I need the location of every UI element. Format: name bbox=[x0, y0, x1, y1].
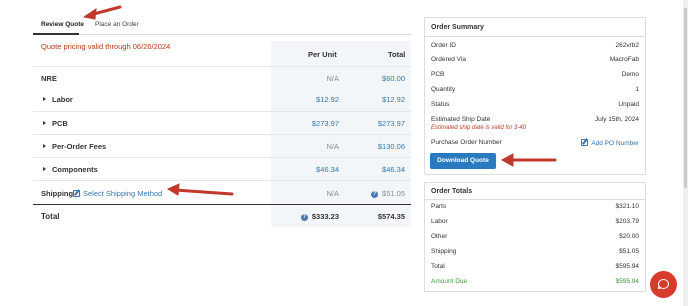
total-value: $595.94 bbox=[615, 263, 640, 270]
po-number-label: Purchase Order Number bbox=[431, 139, 502, 146]
table-row-nre: NRE N/A $60.00 bbox=[33, 66, 411, 88]
caret-right-icon[interactable] bbox=[43, 167, 46, 171]
caret-right-icon[interactable] bbox=[43, 121, 46, 125]
table-row-components[interactable]: Components $46.34 $46.34 bbox=[33, 157, 411, 180]
per-unit-value: $12.92 bbox=[316, 95, 339, 104]
total-value: $60.00 bbox=[382, 74, 405, 83]
shipping-total: $51.05 bbox=[382, 189, 405, 198]
tab-place-order[interactable]: Place an Order bbox=[95, 21, 139, 28]
table-row-labor[interactable]: Labor $12.92 $12.92 bbox=[33, 88, 411, 110]
row-label: Total bbox=[41, 212, 60, 221]
other-label: Other bbox=[431, 233, 448, 240]
total-value: $46.34 bbox=[382, 165, 405, 174]
parts-label: Parts bbox=[431, 203, 447, 210]
order-id-value: 262vrb2 bbox=[615, 42, 640, 49]
total-value: $574.35 bbox=[377, 212, 405, 221]
per-unit-value: N/A bbox=[326, 189, 339, 198]
pcb-link[interactable]: Demo bbox=[622, 71, 639, 78]
annotation-arrowhead-tabs bbox=[82, 7, 97, 20]
row-label: NRE bbox=[41, 74, 57, 83]
annotation-arrow-tabs bbox=[88, 5, 122, 17]
info-icon[interactable]: ? bbox=[300, 213, 308, 221]
total-value: ? $51.05 bbox=[371, 189, 405, 198]
order-summary-title: Order Summary bbox=[431, 24, 484, 31]
scrollbar-thumb[interactable] bbox=[684, 8, 687, 188]
chat-widget-button[interactable] bbox=[650, 271, 677, 298]
pcb-label: PCB bbox=[431, 71, 445, 78]
parts-value: $321.10 bbox=[615, 203, 640, 210]
total-value: $273.97 bbox=[377, 119, 405, 128]
caret-right-icon[interactable] bbox=[43, 144, 46, 148]
divider bbox=[425, 36, 645, 37]
per-unit-value: ? $333.23 bbox=[300, 212, 339, 221]
add-po-number-link[interactable]: Add PO Number bbox=[581, 139, 639, 147]
chat-icon-tail bbox=[658, 286, 661, 289]
total-value: $130.06 bbox=[377, 142, 405, 151]
per-unit-value: N/A bbox=[326, 74, 339, 83]
shipping-link-label[interactable]: Select Shipping Method bbox=[83, 189, 162, 198]
quantity-label: Quantity bbox=[431, 86, 456, 93]
per-unit-value: $46.34 bbox=[316, 165, 339, 174]
edit-icon[interactable] bbox=[73, 190, 80, 197]
edit-icon[interactable] bbox=[581, 139, 589, 146]
labor-label: Labor bbox=[431, 218, 448, 225]
order-summary-card: Order Summary Order ID 262vrb2 Ordered V… bbox=[424, 17, 646, 175]
status-value: Unpaid bbox=[618, 101, 639, 108]
per-unit-value: N/A bbox=[326, 142, 339, 151]
table-row-pcb[interactable]: PCB $273.97 $273.97 bbox=[33, 111, 411, 134]
quote-table: Per Unit Total NRE N/A $60.00 Labor $12.… bbox=[33, 41, 411, 227]
shipping-label: Shipping bbox=[431, 248, 457, 255]
row-label[interactable]: PCB bbox=[52, 119, 68, 128]
ordered-via-label: Ordered Via bbox=[431, 56, 466, 63]
per-unit-total: $333.23 bbox=[311, 212, 339, 221]
total-label: Total bbox=[431, 263, 445, 270]
order-totals-title: Order Totals bbox=[431, 188, 473, 195]
row-label[interactable]: Per-Order Fees bbox=[52, 142, 106, 151]
ship-date-value: July 15th, 2024 bbox=[594, 116, 639, 123]
tab-review-quote[interactable]: Review Quote bbox=[41, 21, 84, 28]
order-totals-card: Order Totals Parts $321.10 Labor $203.79… bbox=[424, 182, 646, 292]
amount-due-label: Amount Due bbox=[431, 278, 468, 285]
active-tab-indicator bbox=[33, 33, 79, 35]
row-label[interactable]: Labor bbox=[52, 95, 73, 104]
ordered-via-value: MacroFab bbox=[609, 56, 639, 63]
status-label: Status bbox=[431, 101, 450, 108]
row-label: Shipping bbox=[41, 189, 74, 198]
ship-date-label: Estimated Ship Date bbox=[431, 116, 491, 123]
per-unit-header: Per Unit bbox=[308, 50, 337, 59]
tab-divider bbox=[33, 34, 411, 35]
caret-right-icon[interactable] bbox=[43, 97, 46, 101]
po-link-label[interactable]: Add PO Number bbox=[591, 140, 639, 147]
table-row-shipping: Shipping Select Shipping Method N/A ? $51… bbox=[33, 180, 411, 204]
labor-value: $203.79 bbox=[615, 218, 640, 225]
download-quote-button[interactable]: Download Quote bbox=[430, 153, 496, 169]
per-unit-value: $273.97 bbox=[311, 119, 339, 128]
total-value: $12.92 bbox=[382, 95, 405, 104]
table-row-per-order-fees[interactable]: Per-Order Fees N/A $130.06 bbox=[33, 134, 411, 157]
select-shipping-method-link[interactable]: Select Shipping Method bbox=[73, 189, 162, 198]
other-value: $20.00 bbox=[619, 233, 639, 240]
row-label[interactable]: Components bbox=[52, 165, 98, 174]
divider bbox=[425, 199, 645, 200]
quantity-value: 1 bbox=[635, 86, 639, 93]
total-header: Total bbox=[388, 50, 406, 59]
order-id-label: Order ID bbox=[431, 42, 456, 49]
ship-date-note: Estimated ship date is valid for 3-40 bbox=[431, 125, 527, 131]
table-row-total: Total ? $333.23 $574.35 bbox=[33, 204, 411, 227]
amount-due-value: $595.94 bbox=[615, 278, 640, 285]
info-icon[interactable]: ? bbox=[371, 190, 379, 198]
shipping-value: $51.05 bbox=[619, 248, 639, 255]
quote-validity-notice: Quote pricing valid through 06/26/2024 bbox=[41, 42, 171, 51]
